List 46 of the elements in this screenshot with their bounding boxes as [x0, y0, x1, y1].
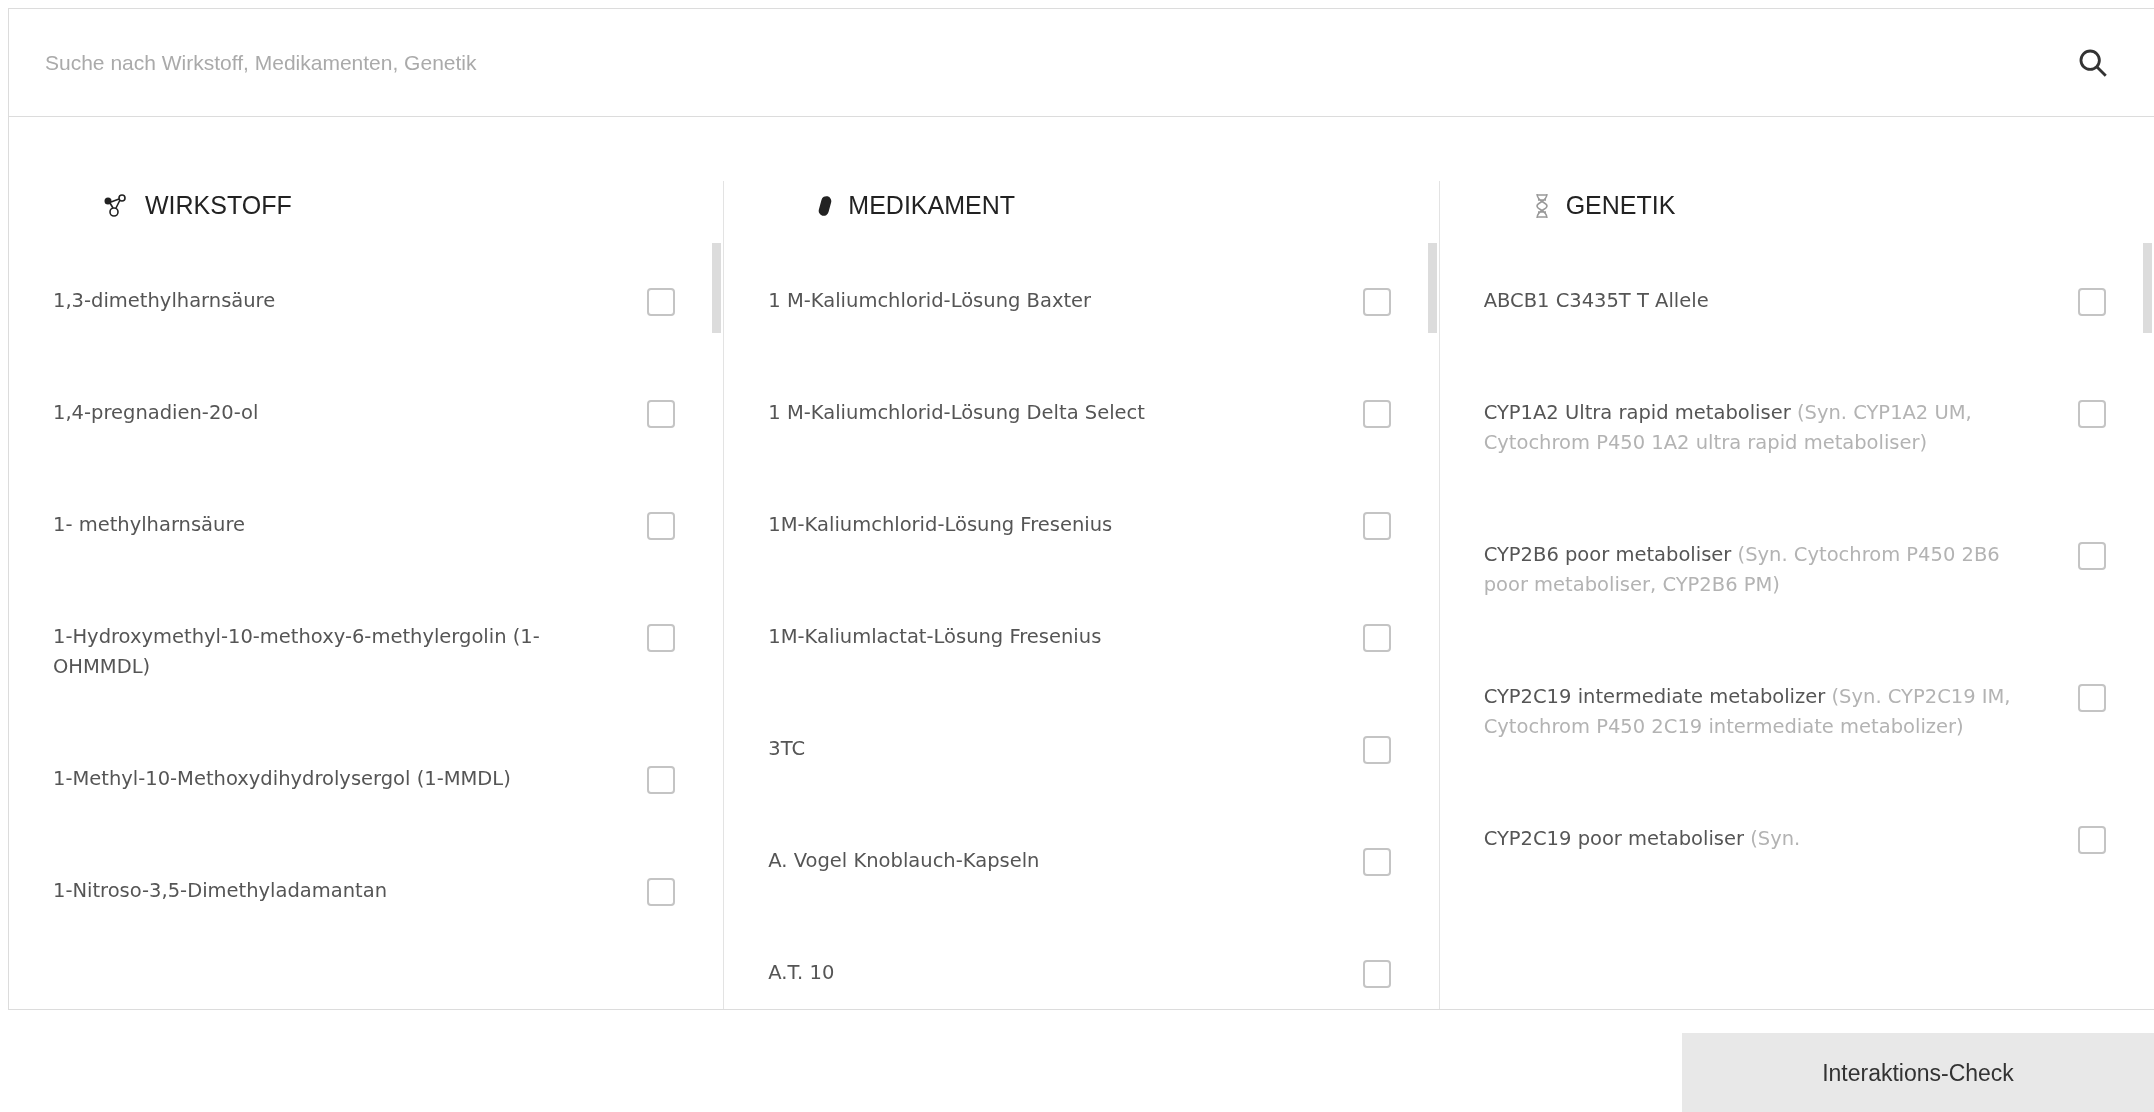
checkbox[interactable] [2078, 400, 2106, 428]
item-label: 1M-Kaliumlactat-Lösung Fresenius [768, 624, 1102, 650]
item-label: 1,4-pregnadien-20-ol [53, 400, 259, 426]
column-heading: WIRKSTOFF [145, 190, 292, 222]
item-label: A. Vogel Knoblauch-Kapseln [768, 848, 1040, 874]
molecule-icon [103, 193, 129, 219]
checkbox[interactable] [647, 624, 676, 652]
scrollbar-thumb[interactable] [2143, 243, 2152, 333]
item-label: 1-Methyl-10-Methoxydihydrolysergol (1-MMDL) [53, 766, 511, 792]
checkbox[interactable] [647, 512, 676, 540]
item-label: 1-Hydroxymethyl-10-methoxy-6-methylergolin (1- OHMMDL) [53, 624, 541, 680]
checkbox[interactable] [1362, 400, 1391, 428]
item-label: 1 M-Kaliumchlorid-Lösung Baxter [768, 288, 1092, 314]
item-label: ABCB1 C3435T T Allele [1483, 288, 1709, 314]
checkbox[interactable] [647, 878, 676, 906]
item-label: 1-Nitroso-3,5-Dimethyladamantan [53, 878, 388, 904]
checkbox[interactable] [1362, 288, 1391, 316]
checkbox[interactable] [1362, 960, 1391, 988]
item-label: 3TC [768, 736, 806, 762]
scrollbar-thumb[interactable] [712, 243, 722, 333]
item-label: CYP2C19 poor metaboliser (Syn. [1483, 826, 1801, 852]
checkbox[interactable] [1362, 624, 1391, 652]
item-label: A.T. 10 [768, 960, 835, 986]
checkbox[interactable] [647, 766, 676, 794]
checkbox[interactable] [647, 288, 676, 316]
checkbox[interactable] [2078, 826, 2106, 854]
item-label: CYP2C19 intermediate metabolizer (Syn. CYP2C19 IM, Cytochrom P450 2C19 intermediate metabolizer) [1483, 684, 2012, 740]
search-field[interactable]: Suche nach Wirkstoff, Medikamenten, Genetik [45, 46, 2076, 79]
checkbox[interactable] [2078, 684, 2106, 712]
checkbox[interactable] [1362, 736, 1391, 764]
checkbox[interactable] [647, 400, 676, 428]
item-label: 1- methylharnsäure [53, 512, 245, 538]
column-heading: MEDIKAMENT [848, 190, 1015, 222]
item-label: 1 M-Kaliumchlorid-Lösung Delta Select [768, 400, 1145, 426]
dna-icon [1533, 192, 1550, 220]
checkbox[interactable] [2078, 288, 2106, 316]
checkbox[interactable] [2078, 542, 2106, 570]
item-label: 1,3-dimethylharnsäure [53, 288, 276, 314]
checkbox[interactable] [1362, 848, 1391, 876]
interaction-check-button[interactable]: Interaktions-Check [1682, 1033, 2154, 1112]
item-label: CYP1A2 Ultra rapid metaboliser (Syn. CYP1A2 UM, Cytochrom P450 1A2 ultra rapid metaboliser) [1483, 400, 1973, 456]
checkbox[interactable] [1362, 512, 1391, 540]
column-heading: GENETIK [1565, 190, 1676, 222]
scrollbar-thumb[interactable] [1427, 243, 1437, 333]
item-label: 1M-Kaliumchlorid-Lösung Fresenius [768, 512, 1113, 538]
item-label: CYP2B6 poor metaboliser (Syn. Cytochrom P450 2B6 poor metaboliser, CYP2B6 PM) [1483, 542, 2001, 598]
